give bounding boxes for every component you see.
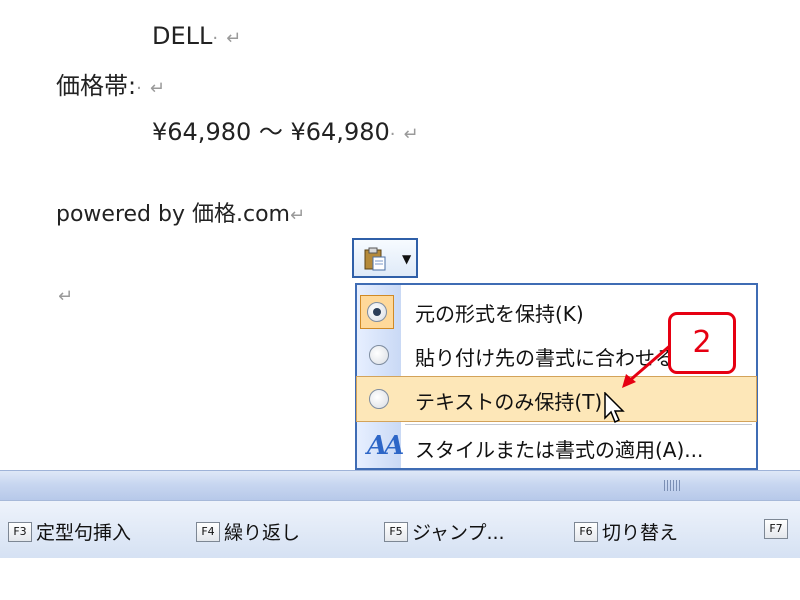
fkey-f5[interactable]: F5 ジャンプ...	[384, 518, 505, 544]
radio-icon	[369, 345, 389, 365]
menu-item-label: スタイルまたは書式の適用(A)...	[415, 438, 704, 462]
brand-text: DELL	[152, 22, 213, 50]
key-cap: F3	[8, 521, 32, 542]
space-mark: ·	[212, 28, 219, 49]
menu-item-label: 元の形式を保持(K)	[415, 302, 584, 326]
style-apply-icon: AA	[367, 431, 404, 461]
fkey-label: ジャンプ...	[412, 522, 505, 544]
paragraph-mark: ↵	[403, 124, 419, 145]
radio-icon	[369, 389, 389, 409]
doc-line-brand: DELL· ↵	[152, 22, 241, 50]
empty-paragraph-mark: ↵	[58, 286, 74, 307]
key-cap: F7	[764, 518, 788, 539]
price-label-text: 価格帯:	[56, 72, 137, 100]
fkey-f4[interactable]: F4 繰り返し	[196, 518, 300, 544]
mouse-cursor-icon	[604, 392, 625, 424]
dropdown-arrow-icon: ▼	[402, 252, 412, 266]
powered-by-text: powered by 価格.com	[56, 202, 290, 227]
paste-options-button[interactable]: ▼	[352, 238, 418, 278]
bottom-blank-area	[0, 558, 800, 600]
paragraph-mark: ↵	[149, 78, 165, 99]
fkey-f6[interactable]: F6 切り替え	[574, 518, 678, 544]
doc-line-price-range: ¥64,980 ～ ¥64,980· ↵	[152, 112, 419, 147]
menu-item-label: テキストのみ保持(T)	[415, 390, 603, 414]
key-cap: F5	[384, 521, 408, 542]
fkey-f7[interactable]: F7	[764, 518, 792, 544]
paragraph-mark: ↵	[289, 205, 306, 226]
radio-selected-icon	[367, 302, 387, 322]
function-key-bar: F3 定型句挿入 F4 繰り返し F5 ジャンプ... F6 切り替え F7	[0, 500, 800, 560]
space-mark: ·	[389, 124, 396, 145]
doc-line-powered: powered by 価格.com↵	[56, 196, 305, 228]
menu-item-apply-style[interactable]: AA スタイルまたは書式の適用(A)...	[357, 425, 756, 469]
paragraph-mark: ↵	[226, 28, 242, 49]
step-number: 2	[692, 325, 712, 360]
fkey-f3[interactable]: F3 定型句挿入	[8, 518, 131, 544]
fkey-label: 繰り返し	[224, 522, 301, 544]
step-number-callout: 2	[668, 312, 736, 374]
horizontal-scrollbar[interactable]	[0, 470, 800, 501]
key-cap: F4	[196, 521, 220, 542]
space-mark: ·	[136, 78, 142, 99]
price-range-text: ¥64,980 ～ ¥64,980	[152, 118, 390, 146]
scrollbar-grip-icon[interactable]	[664, 480, 682, 491]
fkey-label: 定型句挿入	[36, 522, 132, 544]
clipboard-paste-icon	[364, 247, 386, 271]
doc-line-price-label: 価格帯:· ↵	[56, 66, 165, 101]
menu-item-keep-text-only[interactable]: テキストのみ保持(T)	[356, 376, 757, 422]
key-cap: F6	[574, 521, 598, 542]
fkey-label: 切り替え	[602, 522, 679, 544]
